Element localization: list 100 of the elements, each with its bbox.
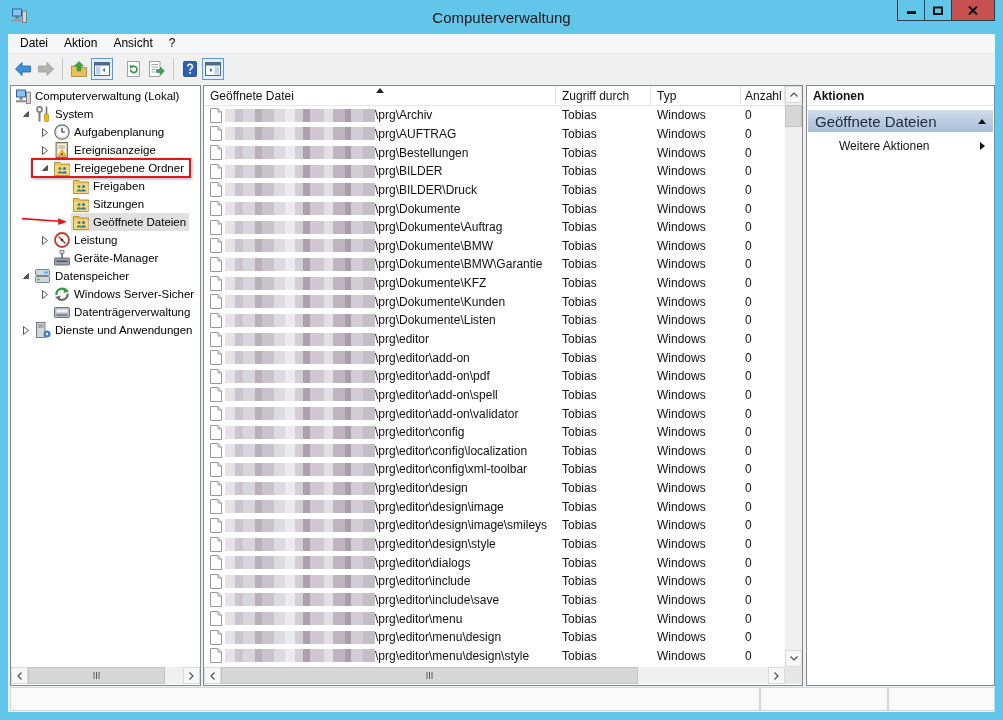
user-name: Tobias — [562, 369, 597, 384]
column-header[interactable]: Typ — [651, 86, 741, 105]
count-value: 0 — [745, 350, 752, 365]
file-path: \prg\editor — [375, 332, 430, 346]
triangle-icon[interactable] — [23, 273, 29, 279]
tree-item[interactable]: Windows Server-Sicher — [52, 285, 198, 303]
file-icon — [210, 219, 222, 235]
tree-item[interactable]: Geräte-Manager — [52, 249, 162, 267]
triangle-icon[interactable] — [23, 325, 29, 335]
tree-item[interactable]: Datenspeicher — [33, 267, 133, 285]
file-icon — [210, 201, 222, 216]
horizontal-scrollbar[interactable] — [204, 667, 785, 684]
file-path: \prg\editor\config — [375, 425, 465, 440]
file-icon — [210, 107, 222, 123]
chevron-up-icon — [789, 92, 798, 97]
scrollbar-thumb[interactable] — [221, 667, 638, 684]
file-path: \prg\editor\add-on\validator — [375, 406, 519, 421]
vertical-scrollbar[interactable] — [785, 86, 802, 667]
file-path: \prg\editor\config\xml-toolbar — [375, 462, 528, 477]
count-value: 0 — [745, 443, 752, 458]
tree-item[interactable]: System — [33, 105, 97, 123]
user-name: Tobias — [562, 537, 597, 552]
chevron-left-icon — [210, 671, 215, 680]
triangle-icon[interactable] — [42, 127, 48, 137]
computer-icon — [15, 88, 31, 104]
count-value: 0 — [745, 630, 752, 645]
count-value: 0 — [745, 648, 752, 663]
tree-item[interactable]: Datenträgerverwaltung — [52, 303, 194, 321]
toolbar-button[interactable] — [146, 58, 168, 80]
menu-item[interactable]: Aktion — [56, 34, 106, 53]
tree-item[interactable]: Geöffnete Dateien — [71, 213, 190, 231]
scroll-left-button[interactable] — [11, 667, 28, 684]
file-icon — [210, 499, 222, 515]
file-path: \prg\Archiv — [375, 108, 433, 123]
file-icon — [210, 163, 222, 179]
user-name: Tobias — [562, 555, 597, 570]
scroll-down-button[interactable] — [785, 650, 802, 667]
file-icon — [210, 462, 222, 477]
user-name: Tobias — [562, 182, 597, 197]
toolbar-button[interactable] — [91, 58, 113, 80]
file-path: \prg\editor\config\localization — [375, 443, 528, 458]
tree-item[interactable]: Aufgabenplanung — [52, 123, 168, 141]
access-type: Windows — [657, 276, 706, 291]
tree-item[interactable]: Computerverwaltung (Lokal) — [13, 87, 183, 105]
minimize-button[interactable] — [897, 0, 925, 21]
access-type: Windows — [657, 126, 706, 141]
menu-item[interactable]: ? — [160, 34, 184, 53]
access-type: Windows — [657, 108, 706, 123]
scrollbar-thumb[interactable] — [785, 105, 802, 127]
triangle-icon[interactable] — [42, 145, 48, 155]
access-type: Windows — [657, 481, 706, 496]
file-path: \prg\Dokumente\BMW\Garantie — [375, 257, 543, 272]
column-header[interactable]: Zugriff durch — [556, 86, 651, 105]
toolbar-button[interactable] — [202, 58, 224, 80]
arrow-left-icon — [15, 61, 31, 77]
chevron-left-icon — [17, 671, 22, 680]
toolbar-button[interactable] — [68, 58, 90, 80]
triangle-icon[interactable] — [42, 235, 48, 245]
close-button[interactable] — [952, 0, 995, 21]
scroll-left-button[interactable] — [204, 667, 221, 684]
file-icon — [210, 350, 222, 366]
tree-item[interactable]: Ereignisanzeige — [52, 141, 159, 159]
access-type: Windows — [657, 518, 706, 533]
file-icon — [210, 424, 222, 440]
file-path: \prg\editor\design\image\smileys — [375, 518, 548, 533]
scrollbar-thumb[interactable] — [28, 667, 165, 684]
file-path: \prg\BILDER — [375, 164, 443, 179]
folder-up-icon — [71, 61, 87, 77]
user-name: Tobias — [562, 350, 597, 365]
access-type: Windows — [657, 499, 706, 514]
count-value: 0 — [745, 555, 752, 570]
file-icon — [210, 368, 222, 384]
menu-item[interactable]: Datei — [12, 34, 56, 53]
horizontal-scrollbar[interactable] — [11, 667, 200, 684]
scroll-up-button[interactable] — [785, 86, 802, 103]
user-name: Tobias — [562, 592, 597, 607]
action-link[interactable]: Weitere Aktionen — [807, 135, 994, 157]
file-path: \prg\Bestellungen — [375, 145, 469, 160]
user-name: Tobias — [562, 406, 597, 421]
access-type: Windows — [657, 574, 706, 589]
access-type: Windows — [657, 350, 706, 365]
tree-item[interactable]: Dienste und Anwendungen — [33, 321, 196, 339]
tree-item[interactable]: Leistung — [52, 231, 121, 249]
menu-item[interactable]: Ansicht — [105, 34, 161, 53]
scroll-right-button[interactable] — [183, 667, 200, 684]
file-path: \prg\Dokumente\Kunden — [375, 294, 506, 309]
file-icon — [210, 126, 222, 142]
tree-item[interactable]: Sitzungen — [71, 195, 148, 213]
section-header[interactable]: Geöffnete Dateien — [808, 110, 993, 132]
triangle-icon[interactable] — [42, 165, 48, 171]
count-value: 0 — [745, 537, 752, 552]
triangle-icon[interactable] — [23, 111, 29, 117]
tree-item[interactable]: Freigegebene Ordner — [52, 160, 187, 176]
file-path: \prg\editor\menu\design\style — [375, 648, 530, 663]
triangle-icon[interactable] — [42, 289, 48, 299]
column-header[interactable]: Geöffnete Datei — [204, 86, 556, 105]
grip-icon — [426, 672, 433, 679]
tree-item[interactable]: Freigaben — [71, 177, 148, 195]
grip-icon — [93, 672, 100, 679]
scroll-right-button[interactable] — [768, 667, 785, 684]
